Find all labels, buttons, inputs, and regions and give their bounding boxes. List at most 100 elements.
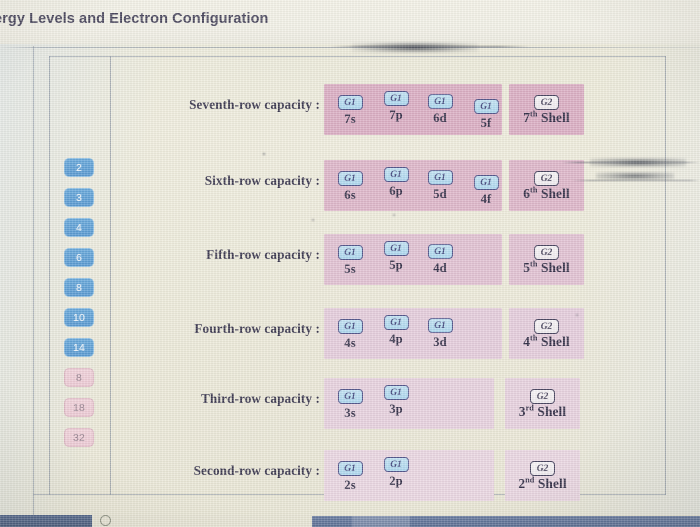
orbital-label: 5f [480, 116, 492, 130]
shell-chip-2[interactable]: G2 5th Shell [509, 242, 584, 276]
capacity-row-5: Second-row capacity : G1 2s G1 2p G2 2nd Shell [120, 450, 665, 502]
shell-band-3: G2 4th Shell [509, 308, 584, 359]
g1-badge[interactable]: G1 [473, 99, 499, 114]
orbital-band-0: G1 7s G1 7p G1 6d G1 5f [324, 84, 502, 135]
orbital-band-5: G1 2s G1 2p [324, 450, 494, 501]
orbital-band-4: G1 3s G1 3p [324, 378, 494, 429]
page-title: ergy Levels and Electron Configuration [0, 11, 269, 27]
orbital-chip-3-1[interactable]: G1 4p [376, 312, 416, 347]
shell-suffix: Shell [537, 260, 570, 275]
shell-chip-5[interactable]: G2 2nd Shell [505, 458, 580, 492]
g1-badge[interactable]: G1 [337, 461, 363, 476]
shell-number: 7 [523, 110, 531, 125]
orbital-chip-1-0[interactable]: G1 6s [330, 168, 370, 203]
capacity-badge-0[interactable]: 2 [64, 158, 94, 177]
shell-suffix: Shell [537, 334, 570, 349]
orbital-chip-3-0[interactable]: G1 4s [330, 316, 370, 351]
row-label-4: Third-row capacity : [201, 391, 320, 406]
shell-chip-1[interactable]: G2 6th Shell [509, 168, 584, 202]
g1-badge[interactable]: G1 [337, 171, 363, 186]
orbital-chip-1-3[interactable]: G1 4f [466, 172, 506, 207]
orbital-chip-5-1[interactable]: G1 2p [376, 454, 416, 489]
row-label-3: Fourth-row capacity : [194, 321, 320, 336]
g1-badge[interactable]: G1 [337, 245, 363, 260]
orbital-label: 5s [344, 262, 356, 276]
capacity-row-4: Third-row capacity : G1 3s G1 3p G2 3rd Shell [120, 378, 665, 430]
orbital-chip-2-0[interactable]: G1 5s [330, 242, 370, 277]
orbital-label: 2s [344, 478, 356, 492]
orbital-chip-1-1[interactable]: G1 6p [376, 164, 416, 199]
capacity-badge-8[interactable]: 18 [64, 398, 94, 417]
orbital-chip-4-1[interactable]: G1 3p [376, 382, 416, 417]
shell-number: 4 [523, 334, 531, 349]
g2-badge[interactable]: G2 [534, 245, 559, 260]
g2-badge[interactable]: G2 [534, 171, 559, 186]
g1-badge[interactable]: G1 [427, 318, 453, 333]
orbital-chip-2-1[interactable]: G1 5p [376, 238, 416, 273]
capacity-badge-1[interactable]: 3 [64, 188, 94, 207]
orbital-chip-2-2[interactable]: G1 4d [420, 241, 460, 276]
g1-badge[interactable]: G1 [337, 95, 363, 110]
shell-chip-0[interactable]: G2 7th Shell [509, 92, 584, 126]
orbital-label: 4s [344, 336, 356, 350]
capacity-badge-3[interactable]: 6 [64, 248, 94, 267]
g2-badge[interactable]: G2 [534, 95, 559, 110]
orbital-chip-1-2[interactable]: G1 5d [420, 167, 460, 202]
orbital-band-3: G1 4s G1 4p G1 3d [324, 308, 502, 359]
g1-badge[interactable]: G1 [427, 94, 453, 109]
capacity-badge-2[interactable]: 4 [64, 218, 94, 237]
row-label-0: Seventh-row capacity : [189, 97, 320, 112]
g1-badge[interactable]: G1 [383, 241, 409, 256]
orbital-chip-0-3[interactable]: G1 5f [466, 96, 506, 131]
taskbar-start-area[interactable] [0, 515, 92, 527]
g1-badge[interactable]: G1 [383, 457, 409, 472]
row-label-5: Second-row capacity : [193, 463, 320, 478]
g2-badge[interactable]: G2 [530, 389, 555, 404]
taskbar-active-task[interactable] [352, 516, 410, 527]
g1-badge[interactable]: G1 [383, 91, 409, 106]
capacity-badge-6[interactable]: 14 [64, 338, 94, 357]
shell-chip-3[interactable]: G2 4th Shell [509, 316, 584, 350]
orbital-label: 7s [344, 112, 356, 126]
orbital-chip-0-0[interactable]: G1 7s [330, 92, 370, 127]
g1-badge[interactable]: G1 [383, 385, 409, 400]
g1-badge[interactable]: G1 [383, 315, 409, 330]
orbital-chip-0-2[interactable]: G1 6d [420, 91, 460, 126]
orbital-label: 5p [389, 258, 403, 272]
shell-label: 2nd Shell [505, 476, 580, 492]
g1-badge[interactable]: G1 [337, 389, 363, 404]
g1-badge[interactable]: G1 [383, 167, 409, 182]
capacity-badge-column: 2 3 4 6 8 10 14 8 18 32 [62, 158, 108, 458]
shell-ordinal: th [530, 185, 538, 195]
row-label-1: Sixth-row capacity : [204, 173, 320, 188]
shell-number: 5 [523, 260, 531, 275]
capacity-badge-9[interactable]: 32 [64, 428, 94, 447]
orbital-label: 4p [389, 332, 403, 346]
capacity-badge-7[interactable]: 8 [64, 368, 94, 387]
orbital-chip-0-1[interactable]: G1 7p [376, 88, 416, 123]
taskbar-circle-icon[interactable] [100, 515, 111, 526]
orbital-label: 6p [389, 184, 403, 198]
shell-band-4: G2 3rd Shell [505, 378, 580, 429]
g2-badge[interactable]: G2 [534, 319, 559, 334]
capacity-badge-5[interactable]: 10 [64, 308, 94, 327]
g1-badge[interactable]: G1 [337, 319, 363, 334]
g1-badge[interactable]: G1 [473, 175, 499, 190]
shell-chip-4[interactable]: G2 3rd Shell [505, 386, 580, 420]
g1-badge[interactable]: G1 [427, 170, 453, 185]
orbital-chip-5-0[interactable]: G1 2s [330, 458, 370, 493]
g1-badge[interactable]: G1 [427, 244, 453, 259]
g2-badge[interactable]: G2 [530, 461, 555, 476]
shell-label: 4th Shell [509, 334, 584, 350]
shell-label: 7th Shell [509, 110, 584, 126]
capacity-badge-4[interactable]: 8 [64, 278, 94, 297]
shell-number: 3 [518, 404, 526, 419]
orbital-chip-4-0[interactable]: G1 3s [330, 386, 370, 421]
orbital-label: 4d [433, 261, 447, 275]
shell-label: 5th Shell [509, 260, 584, 276]
capacity-row-3: Fourth-row capacity : G1 4s G1 4p G1 3d G2 4th S… [120, 308, 665, 360]
orbital-chip-3-2[interactable]: G1 3d [420, 315, 460, 350]
orbital-label: 3s [344, 406, 356, 420]
capacity-row-2: Fifth-row capacity : G1 5s G1 5p G1 4d G2 5th Sh… [120, 234, 665, 286]
shell-band-2: G2 5th Shell [509, 234, 584, 285]
